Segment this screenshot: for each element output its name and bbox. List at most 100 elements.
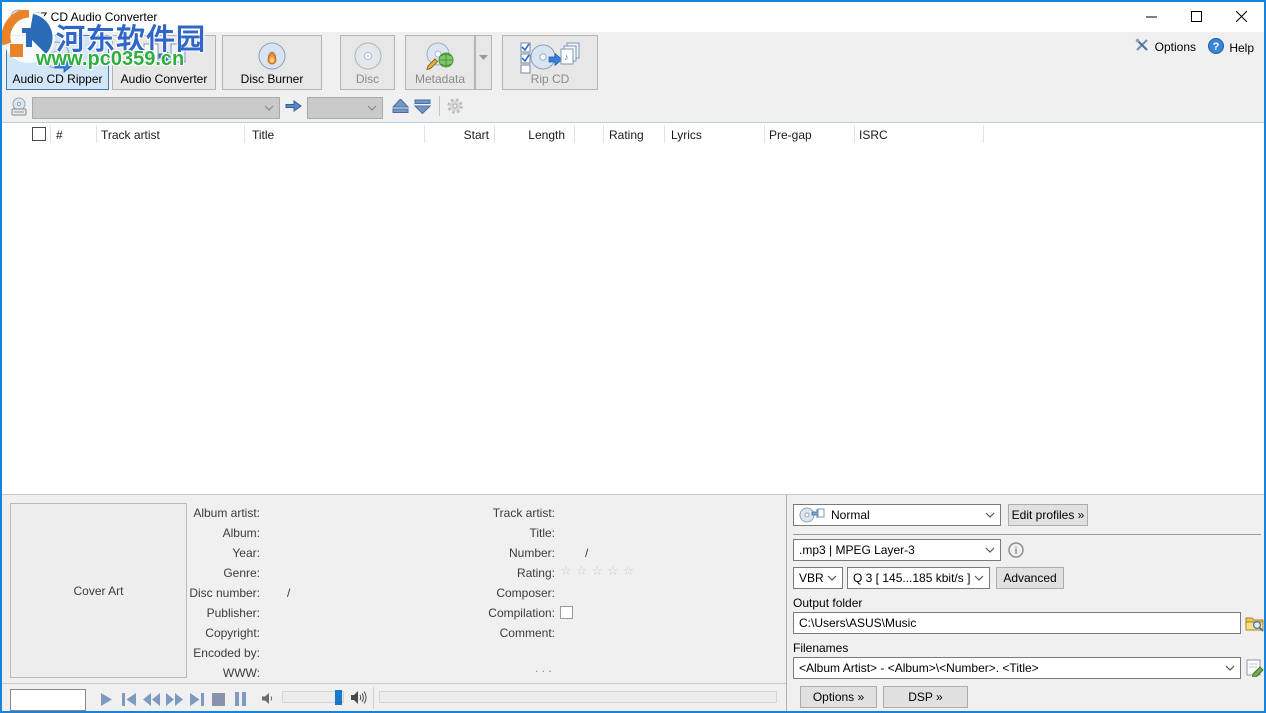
- close-button[interactable]: [1219, 2, 1264, 31]
- audio-converter-button[interactable]: ♪ ♪ Audio Converter: [112, 35, 216, 90]
- column-header-isrc[interactable]: ISRC: [859, 128, 888, 142]
- bitrate-mode-select[interactable]: VBR: [793, 567, 843, 589]
- select-all-checkbox[interactable]: [32, 127, 46, 141]
- main-toolbar: Audio CD Ripper ♪ ♪ Audio Converter: [2, 32, 1264, 94]
- filenames-select[interactable]: <Album Artist> - <Album>\<Number>. <Titl…: [793, 657, 1241, 679]
- volume-slider-handle[interactable]: [335, 690, 342, 705]
- column-header-title[interactable]: Title: [252, 128, 274, 142]
- svg-text:?: ?: [1213, 41, 1220, 53]
- format-select[interactable]: .mp3 | MPEG Layer-3: [793, 539, 1001, 561]
- disc-number-value[interactable]: /: [287, 586, 290, 600]
- metadata-icon: [406, 40, 474, 74]
- column-header-length[interactable]: Length: [502, 128, 565, 142]
- track-artist-label: Track artist:: [422, 506, 555, 520]
- eject-button[interactable]: [392, 99, 409, 119]
- dsp-button[interactable]: DSP »: [883, 686, 968, 708]
- column-header-start[interactable]: Start: [432, 128, 489, 142]
- app-icon: [10, 9, 26, 30]
- column-divider: [983, 125, 984, 143]
- column-header-track-artist[interactable]: Track artist: [101, 128, 160, 142]
- profile-convert-icon: [799, 507, 825, 523]
- toolbar-button-label: Audio Converter: [121, 72, 208, 86]
- star-icon[interactable]: ☆: [576, 564, 592, 579]
- more-fields-button[interactable]: . . .: [535, 661, 552, 675]
- star-icon[interactable]: ☆: [560, 564, 576, 579]
- output-folder-input[interactable]: [793, 612, 1241, 634]
- stop-button[interactable]: [208, 690, 228, 708]
- options-button[interactable]: Options: [1135, 38, 1196, 55]
- disc-button[interactable]: Disc: [340, 35, 395, 90]
- maximize-button[interactable]: [1174, 2, 1219, 31]
- track-number-value[interactable]: /: [585, 546, 588, 560]
- rip-cd-button[interactable]: ♪ Rip CD: [502, 35, 598, 90]
- star-icon[interactable]: ☆: [607, 564, 623, 579]
- rewind-button[interactable]: [141, 690, 161, 708]
- profile-select[interactable]: Normal: [793, 504, 1001, 526]
- source-drive-select[interactable]: [32, 97, 280, 119]
- seek-bar[interactable]: [379, 691, 777, 703]
- chevron-down-icon: [823, 575, 837, 581]
- settings-gear-button[interactable]: [446, 97, 464, 120]
- copyright-label: Copyright:: [62, 626, 260, 640]
- column-divider: [664, 125, 665, 143]
- volume-slider[interactable]: [282, 691, 344, 703]
- advanced-label: Advanced: [1003, 571, 1056, 585]
- fast-forward-button[interactable]: [164, 690, 184, 708]
- disc-number-label: Disc number:: [62, 586, 260, 600]
- eject-icon: [392, 99, 409, 114]
- star-icon[interactable]: ☆: [623, 564, 639, 579]
- metadata-button[interactable]: Metadata: [405, 35, 475, 90]
- skip-end-icon: [189, 692, 205, 707]
- target-drive-select[interactable]: [307, 97, 383, 119]
- load-tray-icon: [414, 99, 431, 114]
- quality-select[interactable]: Q 3 [ 145...185 kbit/s ]: [847, 567, 990, 589]
- column-header-lyrics[interactable]: Lyrics: [671, 128, 702, 142]
- disc-burner-button[interactable]: Disc Burner: [222, 35, 322, 90]
- column-divider: [854, 125, 855, 143]
- track-list-area[interactable]: [2, 145, 1264, 494]
- column-header-pregap[interactable]: Pre-gap: [769, 128, 812, 142]
- playback-bar: [2, 683, 786, 713]
- volume-high-icon[interactable]: [350, 690, 367, 710]
- volume-low-icon[interactable]: [261, 692, 274, 710]
- rating-label: Rating:: [422, 566, 555, 580]
- rating-stars[interactable]: ☆☆☆☆☆: [560, 564, 638, 579]
- star-icon[interactable]: ☆: [591, 564, 607, 579]
- column-divider: [50, 125, 51, 143]
- options-label: Options: [1155, 40, 1196, 54]
- toolbar-button-label: Rip CD: [531, 72, 570, 86]
- format-info-icon[interactable]: i: [1008, 542, 1024, 563]
- column-header-number[interactable]: #: [56, 128, 63, 142]
- toolbar-separator: [439, 96, 440, 116]
- minimize-icon: [1146, 11, 1157, 22]
- pause-icon: [234, 692, 247, 706]
- pause-button[interactable]: [230, 690, 250, 708]
- help-button[interactable]: ? Help: [1208, 38, 1254, 57]
- minimize-button[interactable]: [1129, 2, 1174, 31]
- chevron-down-icon: [981, 547, 995, 553]
- column-header-rating[interactable]: Rating: [609, 128, 644, 142]
- edit-filename-button[interactable]: [1245, 659, 1264, 682]
- advanced-button[interactable]: Advanced: [996, 567, 1064, 589]
- edit-profiles-button[interactable]: Edit profiles »: [1008, 504, 1088, 526]
- encoder-options-label: Options »: [813, 690, 864, 704]
- disc-drive-icon: [10, 97, 28, 122]
- encoder-options-button[interactable]: Options »: [800, 686, 877, 708]
- cd-ripper-icon: [7, 40, 108, 74]
- column-divider: [494, 125, 495, 143]
- folder-browse-icon: [1245, 614, 1264, 632]
- previous-track-button[interactable]: [119, 690, 139, 708]
- track-table-header: # Track artist Title Start Length Rating…: [2, 122, 1264, 145]
- next-track-button[interactable]: [187, 690, 207, 708]
- chevron-down-icon: [981, 512, 995, 518]
- profile-value: Normal: [831, 508, 870, 522]
- browse-folder-button[interactable]: [1245, 614, 1264, 637]
- column-divider: [764, 125, 765, 143]
- play-button[interactable]: [96, 690, 116, 708]
- metadata-dropdown-button[interactable]: [475, 35, 492, 90]
- audio-cd-ripper-button[interactable]: Audio CD Ripper: [6, 35, 109, 90]
- app-window: EZ CD Audio Converter Audio CD Ripper: [0, 0, 1266, 713]
- format-value: .mp3 | MPEG Layer-3: [799, 543, 915, 557]
- compilation-checkbox[interactable]: [560, 606, 573, 619]
- load-tray-button[interactable]: [414, 99, 431, 119]
